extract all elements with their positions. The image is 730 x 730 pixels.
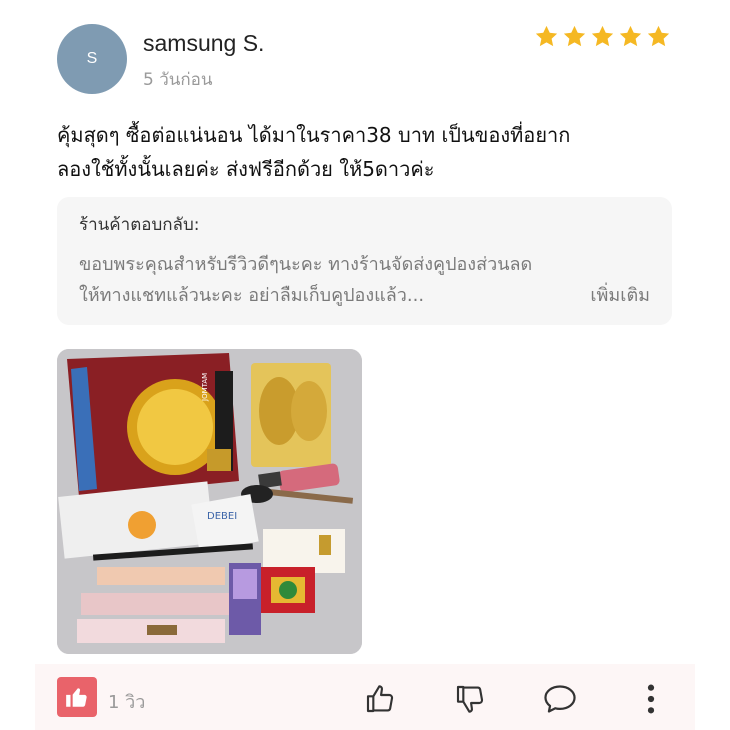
comment-button[interactable] <box>541 680 579 718</box>
review-text: คุ้มสุดๆ ซื้อต่อแน่นอน ได้มาในราคา38 บาท… <box>57 118 677 186</box>
star-icon <box>591 25 614 47</box>
reviewer-name[interactable]: samsung S. <box>143 30 264 57</box>
shop-reply-text: ขอบพระคุณสำหรับรีวิวดีๆนะคะ ทางร้านจัดส่… <box>79 249 650 311</box>
thumbs-up-icon <box>366 685 394 713</box>
more-options-button[interactable] <box>632 680 670 718</box>
like-button[interactable] <box>361 680 399 718</box>
thumbs-down-icon <box>456 685 484 713</box>
dislike-button[interactable] <box>451 680 489 718</box>
see-more-link[interactable]: เพิ่มเติม <box>590 280 650 311</box>
avatar[interactable]: S <box>57 24 127 94</box>
review-text-line: คุ้มสุดๆ ซื้อต่อแน่นอน ได้มาในราคา38 บาท… <box>57 123 571 147</box>
packaging-brand-text: DEBEI <box>207 511 237 522</box>
star-icon <box>619 25 642 47</box>
thumbs-up-icon <box>66 688 87 707</box>
more-vertical-icon <box>647 684 655 714</box>
review-photo[interactable]: JOMTAM DEBEI <box>57 349 362 654</box>
rating-stars <box>534 24 671 49</box>
shop-reply-line: ขอบพระคุณสำหรับรีวิวดีๆนะคะ ทางร้านจัดส่… <box>79 254 533 275</box>
packaging-brand-text: JOMTAM <box>201 373 209 402</box>
shop-reply-line: ให้ทางแชทแล้วนะคะ อย่าลืมเก็บคูปองแล้ว..… <box>79 285 425 306</box>
star-icon <box>647 25 670 47</box>
review-text-line: ลองใช้ทั้งนั้นเลยค่ะ ส่งฟรีอีกด้วย ให้5ด… <box>57 157 435 181</box>
avatar-initial: S <box>86 50 98 67</box>
product-photo: JOMTAM DEBEI <box>57 349 362 654</box>
comment-icon <box>544 685 576 713</box>
review-time: 5 วันก่อน <box>143 70 213 90</box>
star-icon <box>535 25 558 47</box>
view-count: 1 วิว <box>108 692 146 713</box>
thumbs-up-badge-icon <box>57 677 97 717</box>
star-icon <box>563 25 586 47</box>
shop-reply-box: ร้านค้าตอบกลับ: ขอบพระคุณสำหรับรีวิวดีๆน… <box>57 197 672 325</box>
shop-reply-title: ร้านค้าตอบกลับ: <box>79 215 200 235</box>
